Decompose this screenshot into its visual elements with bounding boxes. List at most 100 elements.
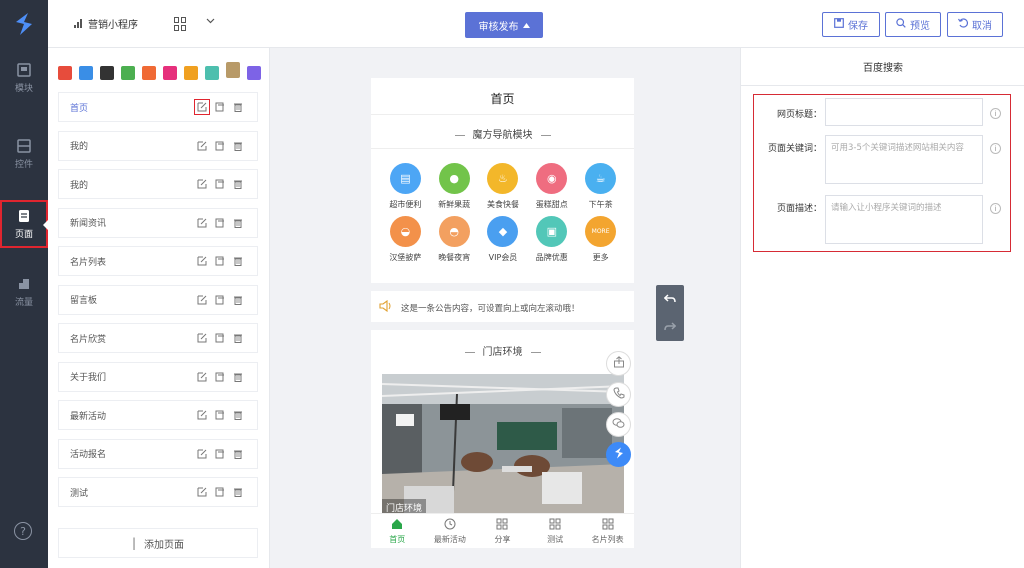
page-list-item[interactable]: 我的	[58, 130, 258, 161]
help-icon[interactable]: ?	[14, 522, 32, 540]
page-keywords-input[interactable]: 可用3-5个关键词描述网站相关内容	[825, 135, 983, 184]
chevron-down-icon[interactable]	[206, 16, 215, 28]
copy-icon[interactable]	[215, 256, 225, 266]
edit-icon[interactable]	[197, 372, 207, 382]
copy-icon[interactable]	[215, 410, 225, 420]
phone-tab[interactable]: 分享	[476, 514, 529, 548]
phone-tab[interactable]: 名片列表	[581, 514, 634, 548]
edit-icon[interactable]	[197, 410, 207, 420]
color-swatch[interactable]	[100, 66, 114, 80]
info-icon[interactable]: i	[990, 203, 1001, 214]
delete-icon[interactable]	[233, 141, 243, 151]
add-page-button[interactable]: | 添加页面	[58, 528, 258, 558]
notice-bar[interactable]: 这是一条公告内容，可设置向上或向左滚动哦！	[379, 299, 580, 315]
rail-item-module[interactable]: 模块	[0, 54, 48, 102]
nav-grid-item[interactable]: ◆ VIP会员	[479, 216, 528, 263]
nav-grid-item[interactable]: ☕ 下午茶	[576, 163, 625, 210]
rail-item-traffic[interactable]: 流量	[0, 268, 48, 316]
nav-item-icon: ◓	[438, 216, 470, 247]
delete-icon[interactable]	[233, 102, 243, 112]
phone-tab[interactable]: 测试	[529, 514, 582, 548]
color-swatch[interactable]	[226, 62, 240, 78]
publish-button[interactable]: 审核发布	[465, 12, 543, 38]
nav-grid-item[interactable]: ▣ 品牌优惠	[527, 216, 576, 263]
color-swatch[interactable]	[142, 66, 156, 80]
copy-icon[interactable]	[215, 449, 225, 459]
copy-icon[interactable]	[215, 218, 225, 228]
edit-icon[interactable]	[197, 333, 207, 343]
copy-icon[interactable]	[215, 295, 225, 305]
wechat-float-button[interactable]	[606, 412, 631, 437]
info-icon[interactable]: i	[990, 108, 1001, 119]
info-icon[interactable]: i	[990, 143, 1001, 154]
phone-tab[interactable]: 最新活动	[424, 514, 477, 548]
color-swatch[interactable]	[163, 66, 177, 80]
delete-icon[interactable]	[233, 410, 243, 420]
copy-icon[interactable]	[215, 102, 225, 112]
page-list-item[interactable]: 首页	[58, 92, 258, 122]
page-list-item[interactable]: 测试	[58, 477, 258, 507]
delete-icon[interactable]	[233, 487, 243, 497]
rail-item-widget[interactable]: 控件	[0, 130, 48, 178]
history-controls	[656, 285, 684, 341]
nav-grid-item[interactable]: ◒ 汉堡披萨	[381, 216, 430, 263]
page-list-item[interactable]: 名片列表	[58, 246, 258, 276]
theme-color-swatches	[58, 62, 261, 80]
edit-icon[interactable]	[194, 99, 210, 115]
page-list-item[interactable]: 我的	[58, 169, 258, 199]
copy-icon[interactable]	[215, 372, 225, 382]
delete-icon[interactable]	[233, 179, 243, 189]
color-swatch[interactable]	[205, 66, 219, 80]
page-list-item[interactable]: 名片欣赏	[58, 323, 258, 353]
phone-tab[interactable]: 首页	[371, 514, 424, 548]
share-float-button[interactable]	[606, 351, 631, 376]
app-selector[interactable]: 营销小程序	[74, 16, 138, 31]
page-title-input[interactable]	[825, 98, 983, 126]
color-swatch[interactable]	[79, 66, 93, 80]
qrcode-icon[interactable]	[174, 17, 188, 31]
edit-icon[interactable]	[197, 295, 207, 305]
color-swatch[interactable]	[184, 66, 198, 80]
copy-icon[interactable]	[215, 487, 225, 497]
page-list-item[interactable]: 留言板	[58, 284, 258, 315]
copy-icon[interactable]	[215, 141, 225, 151]
edit-icon[interactable]	[197, 487, 207, 497]
delete-icon[interactable]	[233, 218, 243, 228]
page-list-item[interactable]: 最新活动	[58, 400, 258, 430]
nav-grid-item[interactable]: ◉ 蛋糕甜点	[527, 163, 576, 210]
page-description-input[interactable]: 请输入让小程序关键词的描述	[825, 195, 983, 244]
color-swatch[interactable]	[247, 66, 261, 80]
rail-item-page[interactable]: 页面	[0, 200, 48, 248]
nav-grid-item[interactable]: ♨ 美食快餐	[479, 163, 528, 210]
edit-icon[interactable]	[197, 141, 207, 151]
preview-button[interactable]: 预览	[885, 12, 941, 37]
redo-icon[interactable]	[656, 313, 684, 341]
cancel-button[interactable]: 取消	[947, 12, 1003, 37]
color-swatch[interactable]	[121, 66, 135, 80]
delete-icon[interactable]	[233, 295, 243, 305]
edit-icon[interactable]	[197, 179, 207, 189]
delete-icon[interactable]	[233, 372, 243, 382]
edit-icon[interactable]	[197, 449, 207, 459]
edit-icon[interactable]	[197, 218, 207, 228]
nav-item-icon: ▤	[389, 163, 421, 194]
nav-grid-item[interactable]: MORE 更多	[576, 216, 625, 263]
page-list-item[interactable]: 关于我们	[58, 361, 258, 392]
edit-icon[interactable]	[197, 256, 207, 266]
page-list-item[interactable]: 活动报名	[58, 438, 258, 469]
copy-icon[interactable]	[215, 333, 225, 343]
color-swatch[interactable]	[58, 66, 72, 80]
delete-icon[interactable]	[233, 449, 243, 459]
undo-icon[interactable]	[656, 285, 684, 313]
copy-icon[interactable]	[215, 179, 225, 189]
phone-float-button[interactable]	[606, 382, 631, 407]
nav-grid-item[interactable]: ● 新鲜果蔬	[430, 163, 479, 210]
save-button[interactable]: 保存	[822, 12, 880, 37]
nav-grid-item[interactable]: ▤ 超市便利	[381, 163, 430, 210]
nav-grid-item[interactable]: ◓ 晚餐夜宵	[430, 216, 479, 263]
delete-icon[interactable]	[233, 333, 243, 343]
module-icon	[16, 62, 32, 77]
page-list-item[interactable]: 新闻资讯	[58, 207, 258, 238]
delete-icon[interactable]	[233, 256, 243, 266]
brand-float-button[interactable]	[606, 442, 631, 467]
